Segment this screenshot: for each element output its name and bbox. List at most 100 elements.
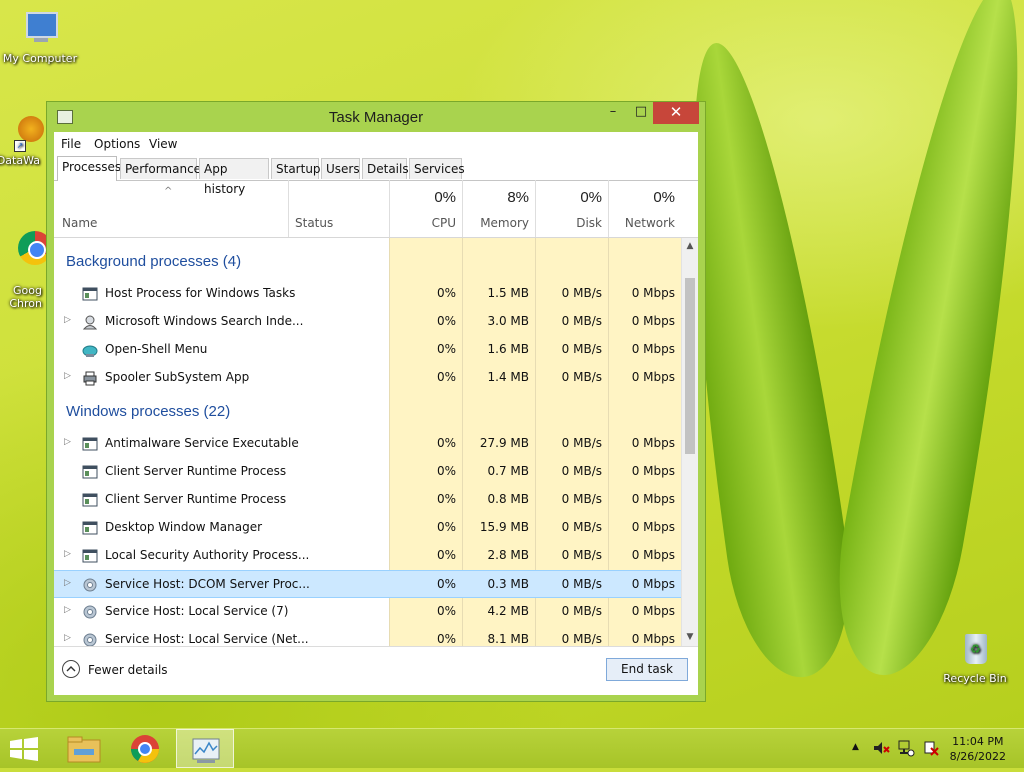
- scrollbar-thumb[interactable]: [685, 278, 695, 454]
- chrome-icon: [131, 735, 159, 763]
- disk-total-percent: 0%: [580, 189, 602, 206]
- show-hidden-icons-button[interactable]: ▲: [852, 742, 859, 752]
- network-icon[interactable]: [897, 739, 915, 760]
- process-network-value: 0 Mbps: [631, 342, 675, 356]
- group-title: Background processes (4): [66, 253, 242, 270]
- process-row[interactable]: Open-Shell Menu 0% 1.6 MB 0 MB/s 0 Mbps: [54, 336, 681, 364]
- system-clock[interactable]: 11:04 PM 8/26/2022: [950, 734, 1006, 764]
- maximize-button[interactable]: □: [627, 102, 655, 124]
- window-app-icon: [82, 492, 98, 507]
- column-header-network[interactable]: 0% Network: [608, 180, 681, 237]
- desktop-icon-label: Recycle Bin: [943, 672, 1007, 685]
- printer-icon: [82, 370, 98, 386]
- window-app-icon: [82, 464, 98, 479]
- tab-services[interactable]: Services: [409, 158, 465, 179]
- starburst-app-icon: ↗: [8, 112, 48, 152]
- process-row[interactable]: ▷ Service Host: Local Service (7) 0% 4.2 MB…: [54, 598, 681, 626]
- scroll-down-icon[interactable]: ▼: [682, 629, 698, 646]
- cpu-total-percent: 0%: [434, 189, 456, 206]
- menu-view[interactable]: View: [149, 137, 177, 151]
- window-app-icon: [82, 286, 98, 301]
- process-row[interactable]: ▷ Service Host: Local Service (Net... 0% 8.…: [54, 626, 681, 646]
- tab-details[interactable]: Details: [362, 158, 409, 179]
- process-disk-value: 0 MB/s: [561, 464, 602, 478]
- taskbar-chrome[interactable]: [116, 729, 174, 768]
- gear-icon: [82, 577, 98, 592]
- column-header-memory[interactable]: 8% Memory: [462, 180, 535, 237]
- gear-icon: [82, 632, 98, 646]
- process-name: Antimalware Service Executable: [105, 436, 299, 450]
- process-cpu-value: 0%: [436, 520, 456, 534]
- expand-chevron-icon[interactable]: ▷: [64, 549, 71, 559]
- process-cpu-value: 0%: [436, 577, 456, 591]
- process-network-value: 0 Mbps: [631, 548, 675, 562]
- fewer-details-toggle[interactable]: [62, 660, 80, 678]
- window-app-icon: [82, 436, 98, 451]
- expand-chevron-icon[interactable]: ▷: [64, 437, 71, 447]
- process-row[interactable]: ▷ Microsoft Windows Search Inde... 0% 3.0 M…: [54, 308, 681, 336]
- tab-startup[interactable]: Startup: [271, 158, 321, 179]
- process-cpu-value: 0%: [436, 604, 456, 618]
- fewer-details-link[interactable]: Fewer details: [88, 663, 168, 677]
- tab-performance[interactable]: Performance: [120, 158, 201, 179]
- process-disk-value: 0 MB/s: [561, 604, 602, 618]
- menu-options[interactable]: Options: [94, 137, 140, 151]
- process-name: Service Host: Local Service (7): [105, 604, 289, 618]
- window-app-icon: [82, 548, 98, 563]
- process-row[interactable]: ▷ Service Host: DCOM Server Proc... 0% 0.3 …: [54, 570, 681, 598]
- close-button[interactable]: ✕: [653, 102, 699, 124]
- expand-chevron-icon[interactable]: ▷: [64, 315, 71, 325]
- desktop-icon-label: My Computer: [2, 52, 78, 65]
- tab-app-history[interactable]: App history: [199, 158, 269, 196]
- leaf-decoration: [820, 0, 1024, 686]
- tab-users[interactable]: Users: [321, 158, 360, 179]
- process-row[interactable]: ▷ Local Security Authority Process... 0% 2.…: [54, 542, 681, 570]
- column-header-disk[interactable]: 0% Disk: [535, 180, 608, 237]
- scroll-up-icon[interactable]: ▲: [682, 238, 698, 255]
- process-row[interactable]: ▷ Spooler SubSystem App 0% 1.4 MB 0 MB/s 0 Mb…: [54, 364, 681, 392]
- task-manager-window: Task Manager – □ ✕ File Options View Pro…: [46, 101, 706, 702]
- action-center-warning-icon[interactable]: [922, 739, 940, 760]
- expand-chevron-icon[interactable]: ▷: [64, 605, 71, 615]
- tab-processes[interactable]: Processes: [57, 156, 121, 181]
- window-client-area: File Options View Processes Performance …: [54, 132, 698, 695]
- process-network-value: 0 Mbps: [631, 464, 675, 478]
- process-name: Microsoft Windows Search Inde...: [105, 314, 304, 328]
- desktop-icon-recycle-bin[interactable]: ♻ Recycle Bin: [935, 630, 1015, 685]
- process-name: Client Server Runtime Process: [105, 492, 287, 506]
- end-task-button[interactable]: End task: [606, 658, 688, 681]
- process-disk-value: 0 MB/s: [561, 577, 602, 591]
- desktop-icon-my-computer[interactable]: My Computer: [0, 10, 80, 65]
- clock-time: 11:04 PM: [952, 735, 1004, 748]
- process-row[interactable]: Desktop Window Manager 0% 15.9 MB 0 MB/s 0 M…: [54, 514, 681, 542]
- column-header-cpu[interactable]: 0% CPU: [389, 180, 462, 237]
- expand-chevron-icon[interactable]: ▷: [64, 371, 71, 381]
- process-row[interactable]: Client Server Runtime Process 0% 0.8 MB 0 M…: [54, 486, 681, 514]
- menu-file[interactable]: File: [61, 137, 81, 151]
- column-header-name[interactable]: ^ Name: [54, 180, 288, 237]
- process-disk-value: 0 MB/s: [561, 492, 602, 506]
- process-row[interactable]: Client Server Runtime Process 0% 0.7 MB 0 M…: [54, 458, 681, 486]
- column-label: Network: [624, 216, 675, 230]
- column-header-row: ^ Name Status 0% CPU 8% Memory 0% Disk 0…: [54, 180, 698, 238]
- process-row[interactable]: ▷ Antimalware Service Executable 0% 27.9 MB…: [54, 430, 681, 458]
- title-bar[interactable]: Task Manager – □ ✕: [47, 102, 705, 132]
- column-label: Name: [62, 216, 98, 230]
- volume-muted-icon[interactable]: [872, 739, 890, 760]
- process-disk-value: 0 MB/s: [561, 370, 602, 384]
- chevron-up-icon: [66, 666, 76, 672]
- taskbar-task-manager[interactable]: [176, 729, 234, 768]
- start-button[interactable]: [0, 729, 58, 768]
- process-row[interactable]: Host Process for Windows Tasks 0% 1.5 MB 0 …: [54, 280, 681, 308]
- computer-icon: [20, 10, 60, 50]
- window-app-icon: [82, 520, 98, 535]
- taskbar-file-explorer[interactable]: [56, 729, 114, 768]
- process-disk-value: 0 MB/s: [561, 548, 602, 562]
- minimize-button[interactable]: –: [599, 102, 627, 124]
- folder-icon: [67, 736, 101, 763]
- column-header-status[interactable]: Status: [288, 180, 389, 237]
- expand-chevron-icon[interactable]: ▷: [64, 633, 71, 643]
- expand-chevron-icon[interactable]: ▷: [64, 578, 71, 588]
- vertical-scrollbar[interactable]: ▲ ▼: [681, 238, 698, 646]
- taskbar: ▲ 11:04 PM 8/26/2022: [0, 728, 1024, 768]
